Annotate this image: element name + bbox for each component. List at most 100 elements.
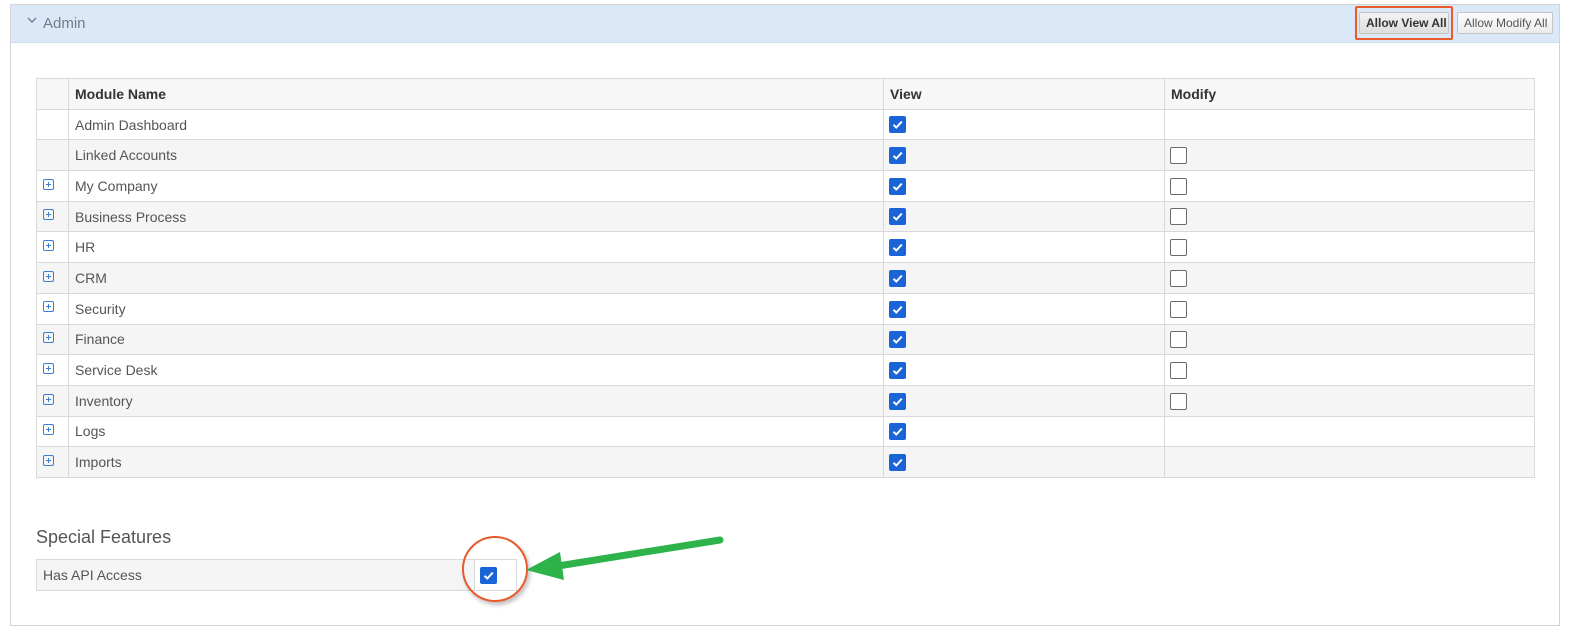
modify-cell (1164, 446, 1535, 478)
view-cell (883, 415, 1165, 448)
expand-cell (36, 262, 69, 294)
modify-cell (1164, 200, 1535, 233)
module-name-cell: HR (68, 231, 884, 264)
expand-cell (36, 384, 69, 417)
view-cell (883, 292, 1165, 325)
table-row: Logs (36, 415, 1535, 448)
view-cell (883, 262, 1165, 294)
expand-plus-icon[interactable] (43, 209, 54, 221)
modify-cell (1164, 292, 1535, 325)
table-row: HR (36, 231, 1535, 264)
column-header-view: View (883, 78, 1165, 110)
modify-cell (1164, 262, 1535, 294)
view-checkbox[interactable] (889, 208, 906, 226)
view-checkbox[interactable] (889, 269, 906, 287)
expand-plus-icon[interactable] (43, 301, 54, 313)
view-checkbox[interactable] (889, 147, 906, 165)
column-header-modify: Modify (1164, 78, 1535, 110)
modify-checkbox[interactable] (1170, 361, 1187, 379)
expand-cell (36, 170, 69, 202)
special-features-table: Has API Access (36, 559, 517, 591)
special-feature-value-cell (474, 559, 517, 591)
view-checkbox[interactable] (889, 392, 906, 410)
table-row: Finance (36, 323, 1535, 356)
expand-cell (36, 108, 69, 141)
view-cell (883, 139, 1165, 172)
module-name-cell: Inventory (68, 384, 884, 417)
view-cell (883, 108, 1165, 141)
view-checkbox[interactable] (889, 361, 906, 379)
modify-checkbox[interactable] (1170, 239, 1187, 257)
expand-plus-icon[interactable] (43, 362, 54, 374)
modify-cell (1164, 139, 1535, 172)
admin-permissions-panel: Admin Allow View All Allow Modify All Mo… (10, 4, 1560, 626)
view-cell (883, 354, 1165, 386)
modify-cell (1164, 170, 1535, 202)
module-name-cell: Imports (68, 446, 884, 478)
panel-header[interactable]: Admin Allow View All Allow Modify All (11, 5, 1559, 43)
view-cell (883, 384, 1165, 417)
special-feature-label: Has API Access (36, 559, 475, 591)
modify-checkbox[interactable] (1170, 208, 1187, 226)
table-row: Inventory (36, 384, 1535, 417)
expand-cell (36, 200, 69, 233)
modify-checkbox[interactable] (1170, 300, 1187, 318)
table-row: Security (36, 292, 1535, 325)
expand-cell (36, 415, 69, 448)
module-name-cell: Finance (68, 323, 884, 356)
has-api-access-checkbox[interactable] (480, 566, 497, 584)
module-name-cell: Linked Accounts (68, 139, 884, 172)
view-checkbox[interactable] (889, 116, 906, 134)
expand-plus-icon[interactable] (43, 393, 54, 405)
modify-cell (1164, 231, 1535, 264)
view-checkbox[interactable] (889, 453, 906, 471)
allow-view-all-button[interactable]: Allow View All (1359, 12, 1449, 34)
module-name-cell: CRM (68, 262, 884, 294)
expand-cell (36, 231, 69, 264)
module-name-cell: Logs (68, 415, 884, 448)
allow-modify-all-button[interactable]: Allow Modify All (1457, 12, 1553, 34)
table-row: My Company (36, 170, 1535, 202)
expand-cell (36, 292, 69, 325)
view-checkbox[interactable] (889, 177, 906, 195)
modify-cell (1164, 415, 1535, 448)
column-header-module-name: Module Name (68, 78, 884, 110)
view-cell (883, 231, 1165, 264)
modify-cell (1164, 384, 1535, 417)
panel-title: Admin (43, 15, 86, 32)
expand-plus-icon[interactable] (43, 178, 54, 190)
expand-plus-icon[interactable] (43, 454, 54, 466)
column-header-expand (36, 78, 69, 110)
chevron-down-icon[interactable] (26, 14, 40, 28)
expand-plus-icon[interactable] (43, 424, 54, 436)
expand-plus-icon[interactable] (43, 332, 54, 344)
view-cell (883, 323, 1165, 356)
view-cell (883, 200, 1165, 233)
module-name-cell: Security (68, 292, 884, 325)
table-row: CRM (36, 262, 1535, 294)
expand-plus-icon[interactable] (43, 270, 54, 282)
table-row: Imports (36, 446, 1535, 478)
modify-checkbox[interactable] (1170, 147, 1187, 165)
view-checkbox[interactable] (889, 300, 906, 318)
expand-plus-icon[interactable] (43, 240, 54, 252)
view-checkbox[interactable] (889, 331, 906, 349)
table-row: Service Desk (36, 354, 1535, 386)
view-checkbox[interactable] (889, 239, 906, 257)
modify-checkbox[interactable] (1170, 331, 1187, 349)
expand-cell (36, 446, 69, 478)
modify-checkbox[interactable] (1170, 177, 1187, 195)
modify-cell (1164, 323, 1535, 356)
expand-cell (36, 139, 69, 172)
special-features-title: Special Features (36, 527, 172, 547)
modify-checkbox[interactable] (1170, 269, 1187, 287)
view-cell (883, 170, 1165, 202)
modify-checkbox[interactable] (1170, 392, 1187, 410)
table-row: Linked Accounts (36, 139, 1535, 172)
table-row: Business Process (36, 200, 1535, 233)
module-name-cell: Admin Dashboard (68, 108, 884, 141)
expand-cell (36, 323, 69, 356)
special-feature-row: Has API Access (36, 559, 517, 591)
module-name-cell: Business Process (68, 200, 884, 233)
view-checkbox[interactable] (889, 423, 906, 441)
